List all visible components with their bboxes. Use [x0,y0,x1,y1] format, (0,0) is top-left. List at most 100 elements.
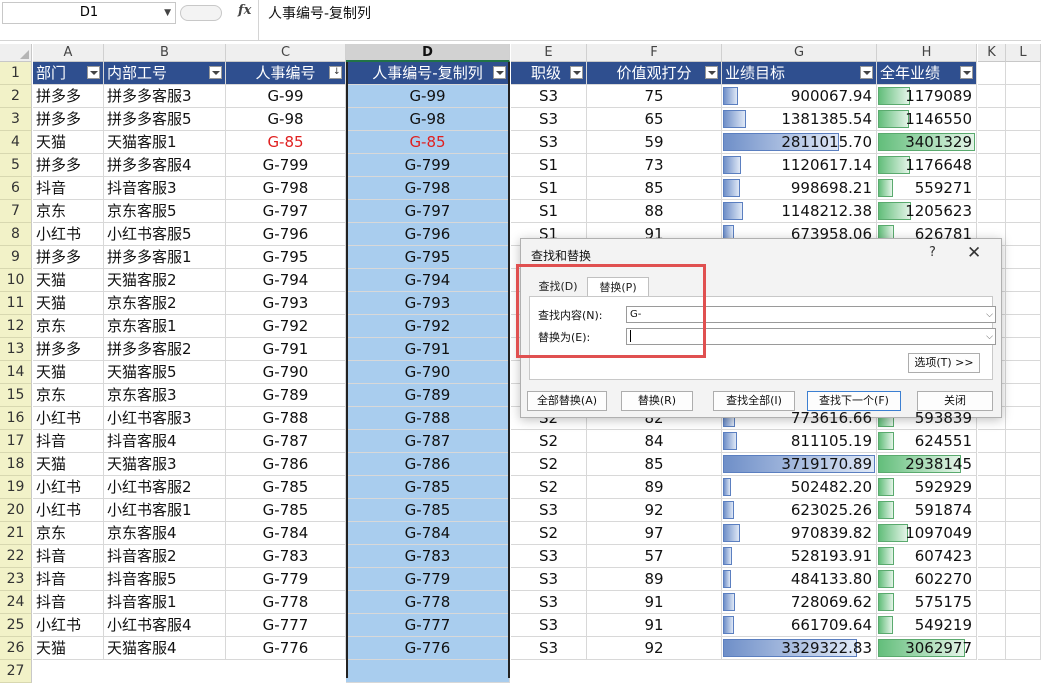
table-cell[interactable]: 京东 [33,522,104,545]
table-cell[interactable]: 抖音 [33,545,104,568]
column-header-l[interactable]: L [1006,44,1041,62]
table-cell[interactable]: 91 [587,591,722,614]
table-cell[interactable]: 92 [587,637,722,660]
row-header[interactable]: 1 [0,62,32,85]
table-cell[interactable]: G-797 [346,200,510,223]
filter-dropdown-icon[interactable] [329,66,342,79]
table-cell[interactable]: S3 [511,637,587,660]
table-cell[interactable]: G-785 [226,476,346,499]
table-cell[interactable]: G-777 [346,614,510,637]
chevron-down-icon[interactable]: ⌵ [986,330,993,345]
row-header[interactable]: 6 [0,177,32,200]
table-cell[interactable]: G-99 [346,85,510,108]
row-header[interactable]: 20 [0,499,32,522]
table-cell[interactable]: 92 [587,499,722,522]
table-cell[interactable]: 661709.64 [722,614,877,637]
row-header[interactable]: 3 [0,108,32,131]
table-cell[interactable]: G-795 [346,246,510,269]
header-cell[interactable]: 部门 [33,62,104,85]
table-cell[interactable]: 65 [587,108,722,131]
fx-icon[interactable]: fx [238,3,251,18]
empty-cell[interactable] [978,108,1006,131]
table-cell[interactable]: S3 [511,614,587,637]
table-cell[interactable]: G-98 [346,108,510,131]
empty-cell[interactable] [978,430,1006,453]
header-cell[interactable]: 职级 [511,62,587,85]
table-cell[interactable]: 天猫 [33,453,104,476]
table-cell[interactable]: 1205623 [877,200,977,223]
table-cell[interactable]: G-778 [226,591,346,614]
empty-cell[interactable] [1006,522,1041,545]
table-cell[interactable]: 抖音 [33,568,104,591]
header-cell[interactable]: 人事编号 [226,62,346,85]
table-cell[interactable]: 602270 [877,568,977,591]
table-cell[interactable]: 1120617.14 [722,154,877,177]
table-cell[interactable]: 2811015.70 [722,131,877,154]
empty-cell[interactable] [1006,453,1041,476]
table-cell[interactable]: S1 [511,177,587,200]
table-cell[interactable]: 小红书客服5 [104,223,226,246]
name-box[interactable]: D1 ▼ [2,2,176,24]
table-cell[interactable]: 小红书客服3 [104,407,226,430]
empty-cell[interactable] [1006,108,1041,131]
table-cell[interactable]: G-784 [226,522,346,545]
table-cell[interactable]: 京东客服5 [104,200,226,223]
table-cell[interactable]: 575175 [877,591,977,614]
find-all-button[interactable]: 查找全部(I) [713,391,795,411]
row-header[interactable]: 7 [0,200,32,223]
close-icon[interactable]: ✕ [967,243,981,263]
filter-dropdown-icon[interactable] [705,66,718,79]
table-cell[interactable]: 拼多多客服1 [104,246,226,269]
row-header[interactable]: 16 [0,407,32,430]
table-cell[interactable]: G-798 [346,177,510,200]
empty-cell[interactable] [978,614,1006,637]
empty-cell[interactable] [1006,545,1041,568]
table-cell[interactable]: G-778 [346,591,510,614]
filter-dropdown-icon[interactable] [493,66,506,79]
table-cell[interactable]: S2 [511,430,587,453]
table-cell[interactable]: 900067.94 [722,85,877,108]
table-cell[interactable]: G-776 [226,637,346,660]
row-header[interactable]: 14 [0,361,32,384]
empty-cell[interactable] [978,637,1006,660]
table-cell[interactable]: 小红书 [33,499,104,522]
table-cell[interactable]: 京东客服2 [104,292,226,315]
row-header[interactable]: 22 [0,545,32,568]
row-header[interactable]: 11 [0,292,32,315]
filter-dropdown-icon[interactable] [87,66,100,79]
empty-cell[interactable] [1006,269,1041,292]
replace-button[interactable]: 替换(R) [621,391,693,411]
table-cell[interactable]: G-798 [226,177,346,200]
table-cell[interactable]: G-788 [346,407,510,430]
row-header[interactable]: 12 [0,315,32,338]
empty-cell[interactable] [978,453,1006,476]
table-cell[interactable]: 591874 [877,499,977,522]
table-cell[interactable]: S3 [511,85,587,108]
table-cell[interactable]: 抖音 [33,177,104,200]
table-cell[interactable]: G-779 [226,568,346,591]
filter-dropdown-icon[interactable] [570,66,583,79]
empty-cell[interactable] [1006,499,1041,522]
filter-dropdown-icon[interactable] [860,66,873,79]
table-cell[interactable]: G-799 [226,154,346,177]
table-cell[interactable]: 拼多多 [33,246,104,269]
row-header[interactable]: 21 [0,522,32,545]
table-cell[interactable]: 97 [587,522,722,545]
table-cell[interactable]: G-796 [346,223,510,246]
empty-cell[interactable] [1006,62,1041,85]
table-cell[interactable]: G-85 [346,131,510,154]
table-cell[interactable]: G-793 [226,292,346,315]
row-header[interactable]: 18 [0,453,32,476]
table-cell[interactable]: 拼多多 [33,338,104,361]
empty-cell[interactable] [978,522,1006,545]
column-header-d[interactable]: D [346,44,510,62]
formula-scroll[interactable] [180,5,222,21]
empty-cell[interactable] [1006,131,1041,154]
table-cell[interactable]: G-791 [346,338,510,361]
empty-cell[interactable] [1006,292,1041,315]
table-cell[interactable]: G-793 [346,292,510,315]
table-cell[interactable]: 1148212.38 [722,200,877,223]
table-cell[interactable]: 抖音客服5 [104,568,226,591]
empty-cell[interactable] [1006,614,1041,637]
options-button[interactable]: 选项(T) >> [908,353,980,373]
